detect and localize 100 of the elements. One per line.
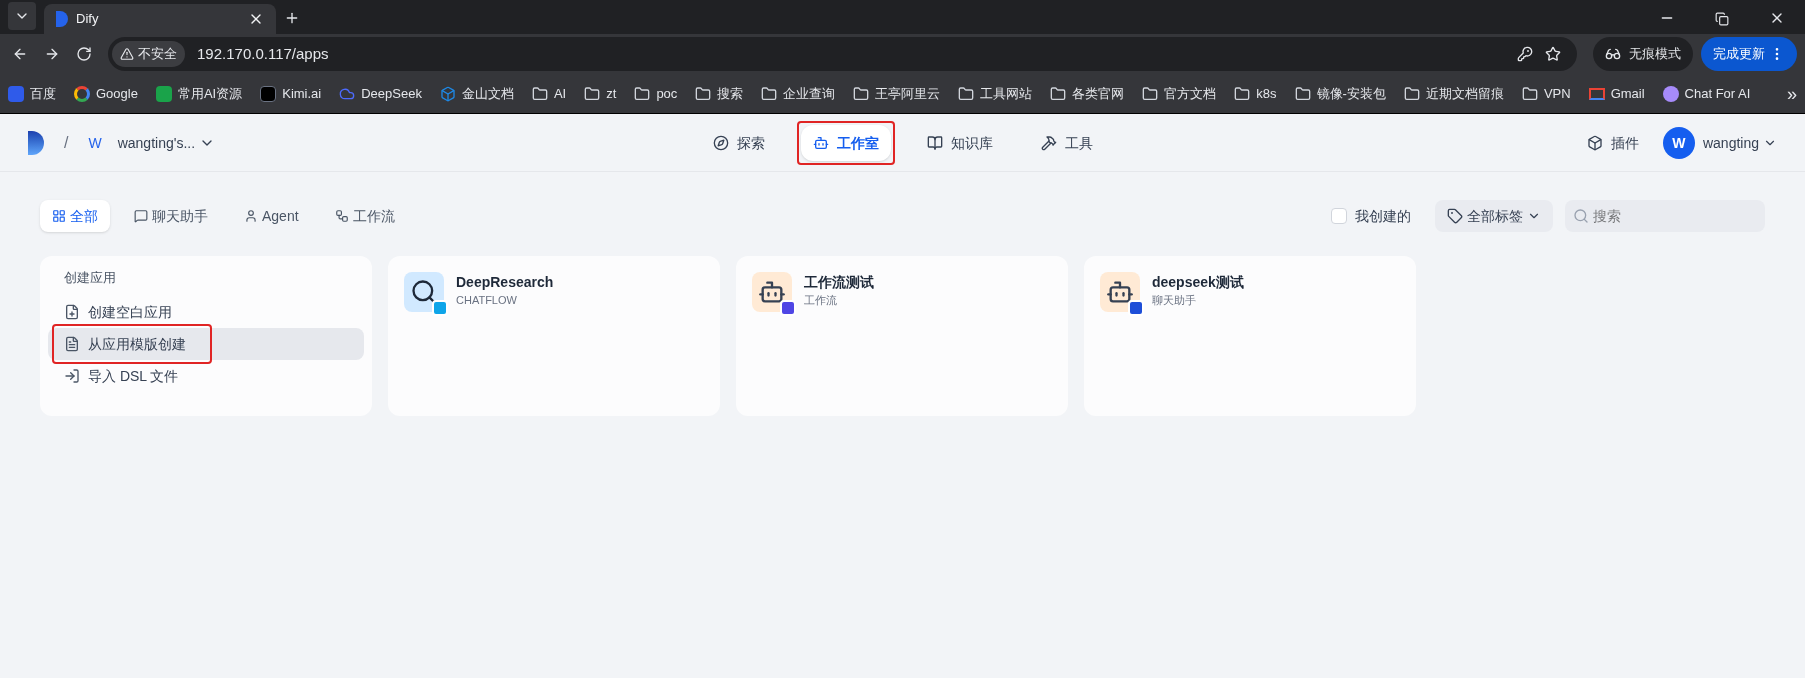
reload-icon[interactable] — [76, 46, 92, 62]
app-name: deepseek测试 — [1152, 273, 1244, 292]
bookmark-link[interactable]: 搜索 — [717, 83, 744, 104]
new-tab-icon[interactable] — [284, 10, 300, 26]
magnifier-app-icon — [404, 272, 444, 312]
import-icon — [64, 367, 80, 384]
search-input[interactable]: 搜索 — [1593, 206, 1757, 226]
bookmark-link[interactable]: 金山文档 — [461, 83, 514, 104]
folder-icon — [634, 85, 651, 102]
book-icon — [926, 134, 943, 151]
breadcrumb-separator: / — [64, 132, 69, 153]
filter-tab[interactable]: 聊天助手 — [122, 200, 220, 232]
bookmark-star-icon[interactable] — [1545, 46, 1561, 62]
new-file-icon — [64, 303, 80, 320]
filter-tab[interactable]: Agent — [232, 200, 311, 232]
bookmark-link[interactable]: 工具网站 — [980, 83, 1033, 104]
search-field[interactable]: 搜索 — [1565, 200, 1765, 232]
bookmark-link[interactable]: Chat For AI — [1684, 83, 1751, 104]
create-option[interactable]: 从应用模版创建 — [48, 327, 364, 360]
robot-app-icon — [752, 272, 792, 312]
hammer-icon — [1040, 134, 1057, 151]
bookmark-link[interactable]: poc — [656, 83, 678, 104]
folder-icon — [1050, 85, 1067, 102]
grid-icon — [52, 209, 66, 223]
folder-icon — [761, 85, 778, 102]
user-avatar: W — [1662, 126, 1695, 159]
tab-list-button[interactable] — [8, 2, 36, 30]
folder-icon — [958, 85, 975, 102]
app-card[interactable]: deepseek测试 聊天助手 — [1084, 256, 1416, 416]
app-card[interactable]: DeepResearch CHATFLOW — [388, 256, 720, 416]
app-type: 工作流 — [804, 293, 838, 308]
app-name: DeepResearch — [456, 273, 554, 292]
search-icon — [1573, 208, 1589, 224]
tag-icon — [1447, 208, 1463, 224]
dify-logo-icon — [56, 11, 68, 27]
key-icon[interactable] — [1517, 46, 1533, 62]
incognito-chip[interactable]: 无痕模式 — [1593, 37, 1693, 71]
nav-tab[interactable]: 工作室 — [800, 124, 891, 161]
create-option[interactable]: 导入 DSL 文件 — [48, 359, 364, 392]
folder-icon — [1521, 85, 1538, 102]
bookmark-link[interactable]: AI — [553, 83, 567, 104]
folder-icon — [531, 85, 548, 102]
bookmark-link[interactable]: VPN — [1543, 83, 1571, 104]
agent-icon — [244, 209, 258, 223]
incognito-icon — [1605, 46, 1621, 62]
folder-icon — [853, 85, 870, 102]
app-type: 聊天助手 — [1152, 293, 1197, 308]
workspace-switcher[interactable]: wangting's... — [117, 132, 216, 153]
bookmark-link[interactable]: 常用AI资源 — [177, 83, 243, 104]
robot-app-icon — [1100, 272, 1140, 312]
app-name: 工作流测试 — [804, 273, 874, 292]
g-logo-icon — [74, 85, 90, 102]
bookmark-link[interactable]: DeepSeek — [361, 83, 422, 104]
folder-icon — [1142, 85, 1159, 102]
bookmark-link[interactable]: Google — [96, 83, 138, 104]
checkbox[interactable] — [1331, 208, 1347, 224]
bookmark-link[interactable]: 企业查询 — [783, 83, 836, 104]
forward-icon[interactable] — [44, 46, 60, 62]
cube-icon — [1586, 134, 1603, 151]
address-field[interactable]: 不安全 192.170.0.117/apps — [108, 37, 1577, 71]
app-card[interactable]: 工作流测试 工作流 — [736, 256, 1068, 416]
bookmark-link[interactable]: 百度 — [30, 83, 56, 104]
mail-icon — [1588, 87, 1605, 100]
tab-title: Dify — [76, 10, 100, 29]
warning-icon — [120, 47, 134, 61]
nav-tab[interactable]: 知识库 — [914, 124, 1005, 161]
bookmark-link[interactable]: k8s — [1256, 83, 1277, 104]
workflow-icon — [334, 209, 349, 223]
bookmark-link[interactable]: Gmail — [1610, 83, 1645, 104]
bookmark-link[interactable]: 镜像-安装包 — [1316, 83, 1386, 104]
checkbox-label: 我创建的 — [1355, 207, 1411, 226]
nav-tab[interactable]: 探索 — [700, 124, 777, 161]
nav-tab[interactable]: 工具 — [1028, 124, 1105, 161]
update-button[interactable]: 完成更新 — [1701, 37, 1797, 71]
bookmark-link[interactable]: 近期文档留痕 — [1425, 83, 1504, 104]
bookmark-link[interactable]: 官方文档 — [1164, 83, 1217, 104]
bookmark-link[interactable]: 各类官网 — [1072, 83, 1125, 104]
filter-tab[interactable]: 工作流 — [322, 200, 407, 232]
back-icon[interactable] — [12, 46, 28, 62]
compass-icon — [712, 134, 729, 151]
workspace-avatar: W — [88, 133, 102, 153]
more-bookmarks[interactable]: » — [1787, 79, 1797, 108]
app-type: CHATFLOW — [456, 293, 518, 308]
user-menu[interactable]: wangting — [1702, 132, 1777, 153]
security-chip[interactable]: 不安全 — [112, 41, 185, 67]
bookmark-link[interactable]: 王亭阿里云 — [875, 83, 941, 104]
url-text: 192.170.0.117/apps — [197, 43, 330, 64]
template-icon — [64, 335, 80, 352]
dify-logo-icon — [28, 130, 44, 155]
tag-filter[interactable]: 全部标签 — [1435, 200, 1553, 232]
create-title: 创建应用 — [63, 269, 117, 287]
browser-tab[interactable]: Dify — [44, 4, 276, 34]
robot-icon — [812, 134, 829, 151]
create-option[interactable]: 创建空白应用 — [48, 295, 364, 328]
cube-icon — [439, 85, 456, 102]
restore-icon[interactable] — [1715, 12, 1729, 26]
bookmark-link[interactable]: Kimi.ai — [282, 83, 322, 104]
filter-tab[interactable]: 全部 — [40, 200, 110, 232]
bookmark-link[interactable]: zt — [606, 83, 617, 104]
plugins-button[interactable]: 插件 — [1586, 132, 1639, 153]
